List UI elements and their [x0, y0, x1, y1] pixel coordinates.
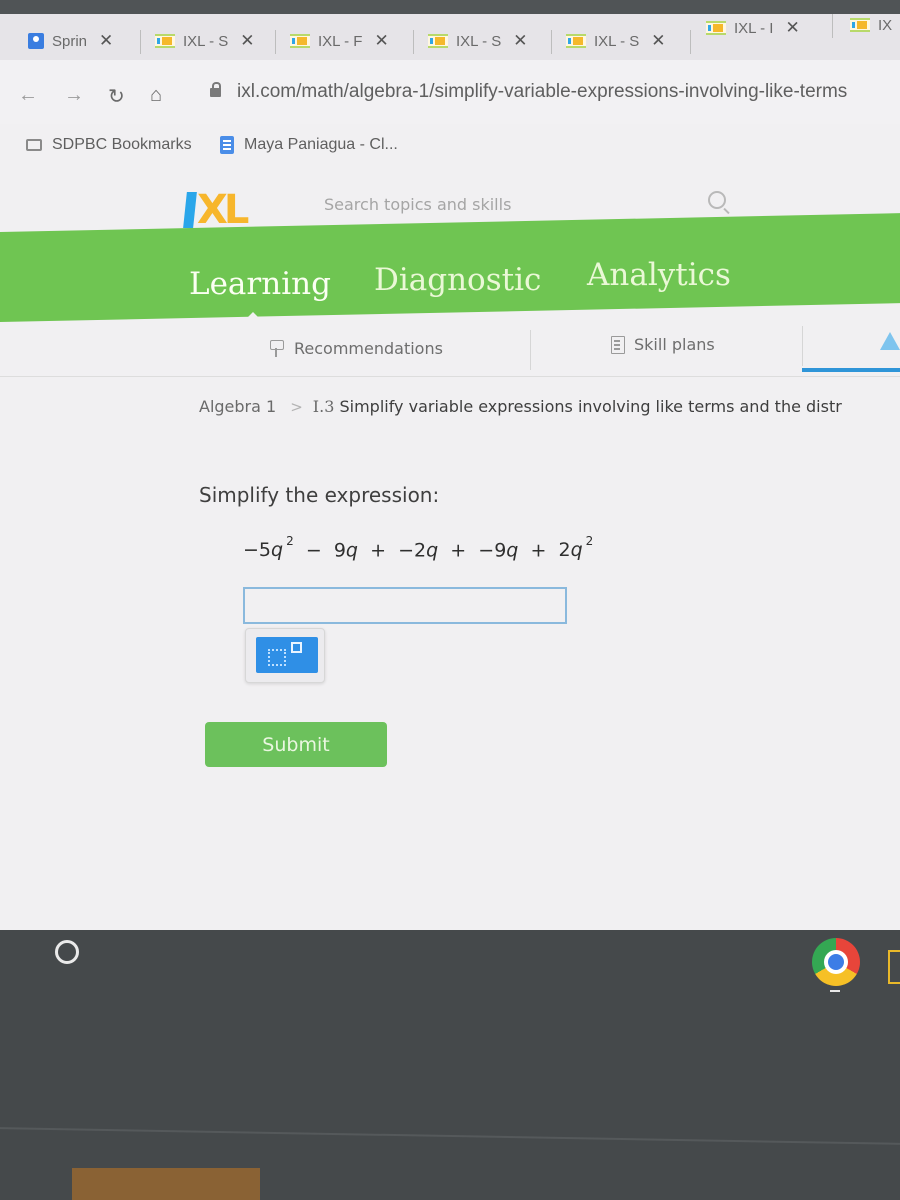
tab-ixl-6[interactable]: IX — [850, 12, 892, 38]
tab-ixl-4[interactable]: IXL - S ✕ — [566, 28, 666, 54]
skill-plans-icon — [606, 334, 628, 354]
exponent-power-icon — [291, 642, 302, 653]
exponent-base-icon — [268, 649, 286, 666]
search-input[interactable] — [318, 188, 678, 220]
question-prompt: Simplify the expression: — [199, 483, 440, 507]
tab-ixl-5[interactable]: IXL - I ✕ — [706, 15, 800, 41]
term: 2q 2 — [558, 534, 594, 562]
tab-separator — [832, 14, 833, 38]
breadcrumb-separator: > — [290, 397, 303, 416]
browser-screen: Sprin ✕ IXL - S ✕ IXL - F ✕ IXL - S ✕ IX… — [0, 0, 900, 930]
ixl-favicon — [850, 18, 870, 32]
files-app-icon[interactable] — [888, 950, 900, 984]
ixl-favicon — [566, 34, 586, 48]
launcher-icon[interactable] — [55, 940, 79, 964]
skill-code: I.3 — [312, 397, 335, 416]
subnav-separator — [530, 330, 531, 370]
tab-label: IXL - I — [734, 19, 774, 37]
tab-label: IXL - F — [318, 32, 363, 50]
tab-separator — [275, 30, 276, 54]
active-tab-caret — [243, 312, 263, 322]
back-icon[interactable]: ← — [18, 84, 38, 107]
tab-learning[interactable]: Learning — [189, 266, 331, 302]
bezel-top — [0, 0, 900, 14]
close-tab-icon[interactable]: ✕ — [513, 31, 527, 51]
answer-input[interactable] — [243, 587, 567, 624]
close-tab-icon[interactable]: ✕ — [99, 31, 113, 51]
tab-label: IXL - S — [183, 32, 229, 50]
tab-ixl-1[interactable]: IXL - S ✕ — [155, 28, 255, 54]
logo-text: XL — [197, 187, 249, 233]
term: 9q — [333, 539, 358, 562]
term: −9q — [478, 539, 519, 562]
tab-separator — [551, 30, 552, 54]
math-keypad — [245, 628, 325, 683]
sprig-app-icon — [28, 33, 44, 49]
math-expression: −5q 2 − 9q + −2q + −9q + 2q 2 — [243, 534, 594, 562]
ixl-favicon — [706, 21, 726, 35]
subnav-separator — [802, 326, 803, 366]
operator: + — [530, 539, 547, 562]
operator: + — [370, 539, 386, 562]
ixl-favicon — [155, 34, 175, 48]
folder-icon — [26, 139, 42, 151]
tab-separator — [413, 30, 414, 54]
logo-bar — [183, 192, 197, 228]
tab-separator — [690, 30, 691, 54]
operator: − — [305, 539, 322, 562]
chrome-icon[interactable] — [812, 938, 860, 986]
forward-icon[interactable]: → — [64, 84, 84, 107]
running-indicator — [830, 990, 840, 992]
subnav-active-indicator — [802, 368, 900, 372]
ixl-logo[interactable]: XL — [183, 187, 249, 233]
tab-ixl-2[interactable]: IXL - F ✕ — [290, 28, 389, 54]
awards-icon[interactable] — [880, 332, 900, 350]
desk-surface — [72, 1168, 260, 1200]
close-tab-icon[interactable]: ✕ — [374, 31, 388, 51]
tab-sprig[interactable]: Sprin ✕ — [28, 28, 113, 54]
breadcrumb-subject[interactable]: Algebra 1 — [199, 397, 276, 416]
tab-diagnostic[interactable]: Diagnostic — [374, 262, 541, 298]
address-bar[interactable]: ixl.com/math/algebra-1/simplify-variable… — [210, 81, 847, 103]
tab-separator — [140, 30, 141, 54]
tab-label: Sprin — [52, 32, 88, 50]
term: −2q — [398, 539, 439, 562]
tab-label: IXL - S — [456, 32, 502, 50]
close-tab-icon[interactable]: ✕ — [240, 31, 254, 51]
exponent-button[interactable] — [256, 637, 318, 673]
tab-ixl-3[interactable]: IXL - S ✕ — [428, 28, 528, 54]
google-doc-icon — [220, 136, 234, 154]
subnav-divider — [0, 376, 900, 377]
bookmark-label: Maya Paniagua - Cl... — [244, 136, 398, 153]
close-tab-icon[interactable]: ✕ — [651, 31, 665, 51]
tab-label: IX — [878, 16, 893, 34]
os-shelf — [0, 930, 900, 1200]
subnav-label: Recommendations — [294, 338, 443, 358]
subnav-label: Skill plans — [634, 334, 715, 354]
lock-icon — [210, 81, 221, 97]
bookmark-label: SDPBC Bookmarks — [52, 136, 192, 153]
subnav-skill-plans[interactable]: Skill plans — [606, 334, 715, 354]
skill-name: Simplify variable expressions involving … — [339, 397, 842, 416]
subnav-recommendations[interactable]: Recommendations — [266, 338, 443, 358]
home-icon[interactable]: ⌂ — [150, 84, 162, 107]
term: −5q 2 — [243, 534, 294, 562]
tab-label: IXL - S — [594, 32, 640, 50]
breadcrumb: Algebra 1 > I.3 Simplify variable expres… — [199, 397, 842, 416]
operator: + — [450, 539, 467, 562]
tab-analytics[interactable]: Analytics — [587, 257, 731, 293]
url-text: ixl.com/math/algebra-1/simplify-variable… — [237, 81, 848, 102]
recommendations-icon — [266, 338, 288, 358]
close-tab-icon[interactable]: ✕ — [785, 18, 799, 38]
bookmark-sdpbc[interactable]: SDPBC Bookmarks — [26, 136, 192, 154]
search-icon[interactable] — [708, 191, 726, 209]
ixl-favicon — [428, 34, 448, 48]
bookmark-maya[interactable]: Maya Paniagua - Cl... — [220, 136, 398, 154]
ixl-favicon — [290, 34, 310, 48]
reload-icon[interactable]: ↻ — [108, 84, 125, 109]
submit-button[interactable]: Submit — [205, 722, 387, 767]
